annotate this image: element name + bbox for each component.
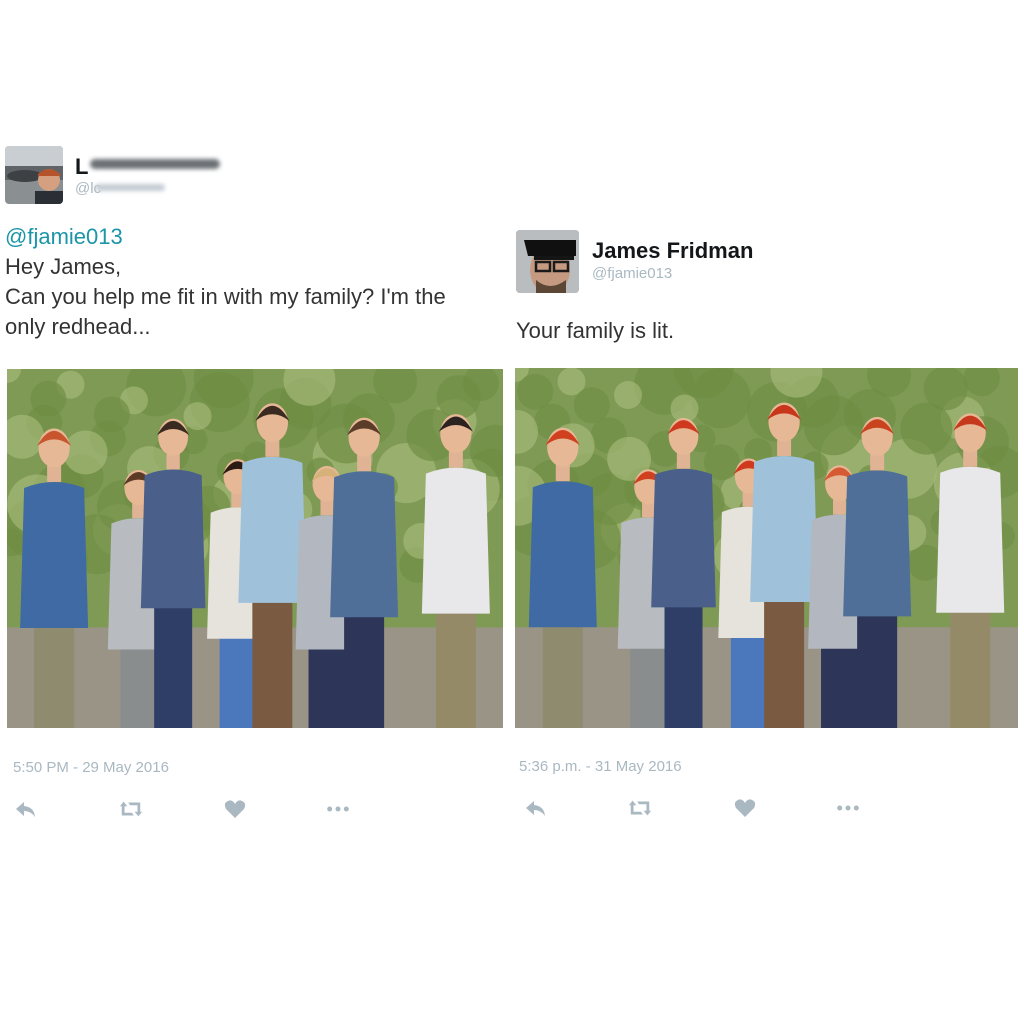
tweet-line: Hey James, [5, 254, 122, 279]
timestamp[interactable]: 5:36 p.m. - 31 May 2016 [519, 758, 682, 775]
reply-icon[interactable] [524, 796, 548, 820]
tweet-text: Your family is lit. [516, 318, 675, 343]
reply-icon[interactable] [14, 797, 38, 821]
timestamp[interactable]: 5:50 PM - 29 May 2016 [13, 759, 169, 776]
foliage-patch [30, 380, 67, 417]
avatar[interactable] [516, 230, 579, 293]
mention-link[interactable]: @fjamie013 [5, 222, 505, 252]
retweet-icon[interactable] [628, 796, 652, 820]
like-icon[interactable] [733, 796, 757, 820]
foliage-patch [573, 387, 610, 424]
foliage-patch [803, 395, 864, 456]
tweet-line: Can you help me fit in with my family? I… [5, 284, 446, 309]
retweet-icon[interactable] [119, 797, 143, 821]
foliage-patch [517, 373, 554, 410]
more-icon[interactable] [836, 796, 860, 820]
avatar[interactable] [5, 146, 63, 204]
like-icon[interactable] [223, 797, 247, 821]
tweet-text: @fjamie013 Hey James, Can you help me fi… [5, 222, 505, 342]
right-tweet: James Fridman @fjamie013 Your family is … [510, 0, 1020, 1024]
user-name[interactable]: L [75, 154, 88, 180]
attached-photo[interactable] [515, 368, 1018, 728]
obscured-handle [95, 184, 165, 191]
foliage-patch [93, 396, 130, 433]
attached-photo[interactable] [7, 369, 503, 728]
tweet-line: only redhead... [5, 314, 151, 339]
foliage-patch [923, 368, 968, 411]
left-tweet: L @lc @fjamie013 Hey James, Can you help… [0, 0, 510, 1024]
foliage-patch [614, 381, 642, 409]
foliage-patch [436, 375, 481, 420]
foliage-patch [63, 430, 108, 475]
obscured-name [90, 159, 220, 169]
user-name[interactable]: James Fridman [592, 238, 753, 264]
foliage-patch [900, 402, 953, 455]
user-handle[interactable]: @fjamie013 [592, 265, 672, 282]
more-icon[interactable] [326, 797, 350, 821]
foliage-patch [183, 402, 212, 431]
